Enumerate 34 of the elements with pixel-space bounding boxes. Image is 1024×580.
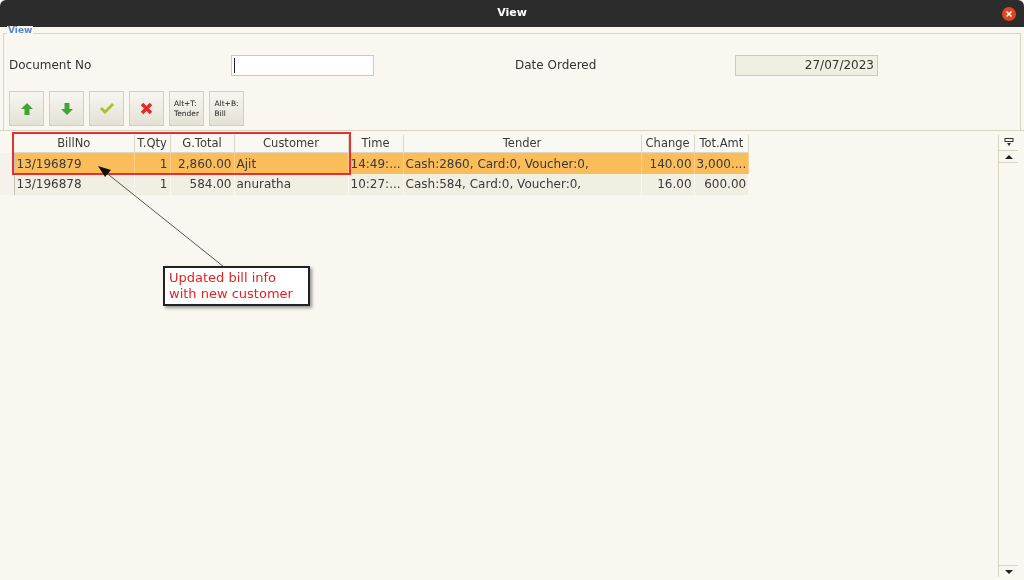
toolbar-button[interactable] [9, 91, 44, 126]
window-title: View [497, 5, 527, 22]
column-header[interactable]: Tot.Amt [694, 135, 749, 153]
table-row[interactable]: 13/196879 1 2,860.00 Ajit 14:49:... Cash:2860, Card:0, Voucher:0, 140.00 3,000.... [0, 152, 749, 174]
up-arrow-icon [20, 102, 33, 115]
table-cell: Cash:584, Card:0, Voucher:0, [403, 173, 642, 195]
column-header[interactable]: Change [641, 135, 695, 153]
scroll-down-icon[interactable] [999, 565, 1018, 577]
field-label: Date Ordered [515, 57, 598, 74]
date-field[interactable]: 27/07/2023 [735, 54, 878, 76]
callout-text: Updated bill info with new customer [169, 270, 294, 302]
column-header[interactable]: Customer [234, 135, 348, 153]
column-header[interactable]: Tender [403, 135, 642, 153]
column-header[interactable]: Time [348, 135, 404, 153]
document-number-field[interactable] [231, 54, 374, 76]
down-arrow-icon [60, 102, 73, 115]
field-label: Document No [9, 57, 93, 74]
close-button[interactable] [1002, 7, 1016, 21]
group-label: View [7, 26, 34, 35]
column-control-icon[interactable] [999, 135, 1018, 151]
table-row[interactable]: 13/196878 1 584.00 anuratha 10:27:... Cash:584, Card:0, Voucher:0, 16.00 600.00 [0, 173, 749, 195]
column-header[interactable]: T.Qty [134, 135, 170, 153]
table-cell: 140.00 [641, 152, 695, 174]
check-icon [98, 102, 115, 115]
close-icon [140, 102, 153, 115]
table-cell: 16.00 [641, 173, 695, 195]
toolbar-button[interactable] [129, 91, 164, 126]
table-cell: Cash:2860, Card:0, Voucher:0, [403, 152, 642, 174]
toolbar-button[interactable] [49, 91, 84, 126]
column-header[interactable]: G.Total [170, 135, 234, 153]
close-icon [1005, 10, 1013, 18]
table-cell: 3,000.... [694, 152, 749, 174]
table-cell: 600.00 [694, 173, 749, 195]
column-header[interactable]: BillNo [14, 135, 134, 153]
